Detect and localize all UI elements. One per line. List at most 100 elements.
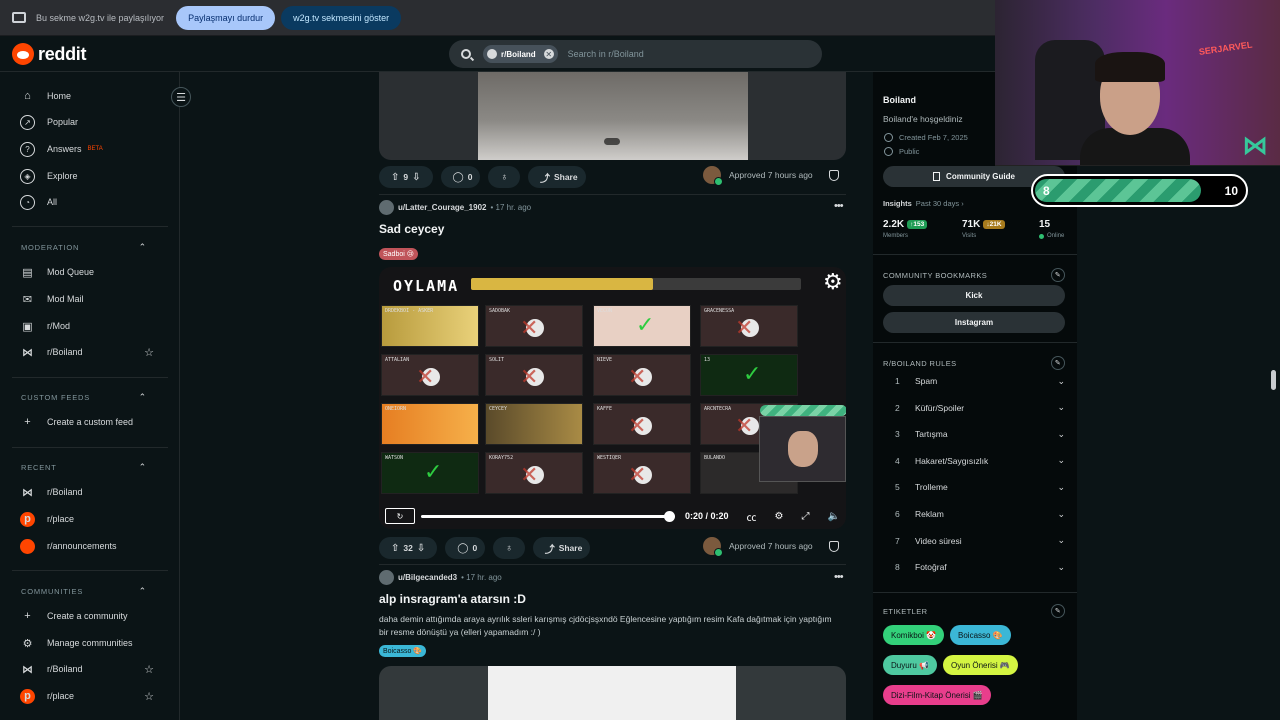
- rule-item[interactable]: 6 Reklam ⌄: [895, 505, 1065, 523]
- upvote-icon[interactable]: ⇧: [391, 543, 399, 554]
- sidebar-item-create-community[interactable]: + Create a community: [20, 604, 160, 628]
- progress-fill: [1035, 179, 1201, 202]
- sidebar-item-answers[interactable]: ? Answers BETA: [20, 137, 160, 161]
- rule-item[interactable]: 8 Fotoğraf ⌄: [895, 558, 1065, 576]
- comments-button[interactable]: ◯ 0: [440, 166, 481, 188]
- moderation-section-header[interactable]: MODERATION ⌃: [21, 242, 147, 253]
- sidebar-item-home[interactable]: ⌂ Home: [20, 84, 160, 108]
- flair-tag[interactable]: Boicasso 🎨: [950, 625, 1011, 645]
- clear-chip-icon[interactable]: ✕: [543, 49, 554, 59]
- search-input[interactable]: [567, 49, 768, 59]
- sidebar-item-community-place[interactable]: p r/place ☆: [20, 684, 160, 708]
- post-menu-button[interactable]: •••: [834, 200, 844, 212]
- vote-tile-name: VECON: [597, 308, 613, 314]
- sidebar-item-recent-announcements[interactable]: r/announcements: [20, 534, 160, 558]
- fullscreen-icon[interactable]: ⤢: [802, 511, 810, 522]
- section-title: R/BOILAND RULES: [883, 358, 957, 368]
- sidebar-item-popular[interactable]: ↗ Popular: [20, 110, 160, 134]
- rule-item[interactable]: 1 Spam ⌄: [895, 372, 1065, 390]
- sidebar-item-r-boiland[interactable]: ⋈ r/Boiland ☆: [20, 340, 160, 364]
- rule-number: 5: [895, 482, 900, 493]
- sidebar-item-manage-communities[interactable]: ⚙ Manage communities: [20, 631, 160, 655]
- reddit-logo[interactable]: reddit: [12, 43, 87, 65]
- insights-period: Past 30 days ›: [915, 199, 964, 208]
- post-flair[interactable]: Sadboi 😢: [379, 248, 419, 260]
- edit-pencil-icon[interactable]: ✎: [1051, 604, 1065, 618]
- edit-pencil-icon[interactable]: ✎: [1051, 268, 1065, 282]
- search-bar[interactable]: r/Boiland ✕: [449, 40, 822, 68]
- volume-icon[interactable]: 🔈: [828, 511, 840, 522]
- custom-feeds-section-header[interactable]: CUSTOM FEEDS ⌃: [21, 392, 147, 403]
- sidebar-item-all[interactable]: ◔ All: [20, 190, 160, 214]
- downvote-icon[interactable]: ⇩: [412, 172, 420, 183]
- comments-button[interactable]: ◯ 0: [445, 537, 486, 559]
- post-media-image[interactable]: [379, 666, 846, 720]
- sidebar-item-explore[interactable]: ◈ Explore: [20, 164, 160, 188]
- rule-label: Trolleme: [915, 482, 948, 493]
- community-description: Boiland'e hoşgeldiniz: [883, 114, 963, 124]
- user-avatar[interactable]: [379, 570, 394, 585]
- moderator-avatar: [703, 166, 723, 186]
- page-scrollbar[interactable]: [1271, 370, 1276, 390]
- award-button[interactable]: ♁: [493, 537, 525, 559]
- search-community-chip[interactable]: r/Boiland ✕: [483, 45, 558, 63]
- rule-item[interactable]: 5 Trolleme ⌄: [895, 478, 1065, 496]
- post-media-image[interactable]: [379, 72, 846, 160]
- video-seek-bar[interactable]: [421, 510, 675, 522]
- sidebar-item-community-boiland[interactable]: ⋈ r/Boiland ☆: [20, 657, 160, 681]
- cake-icon: [884, 133, 893, 142]
- flair-tag[interactable]: Oyun Önerisi 🎮: [943, 655, 1018, 675]
- sidebar-item-recent-boiland[interactable]: ⋈ r/Boiland: [20, 480, 160, 504]
- post-title[interactable]: Sad ceycey: [379, 222, 444, 236]
- sidebar-item-mod-queue[interactable]: ▤ Mod Queue: [20, 260, 160, 284]
- post-title[interactable]: alp insragram'a atarsın :D: [379, 592, 526, 606]
- rule-item[interactable]: 7 Video süresi ⌄: [895, 532, 1065, 550]
- share-button[interactable]: ⤴ Share: [527, 166, 586, 188]
- post-author[interactable]: u/Bilgecanded3: [398, 573, 457, 582]
- stop-sharing-button[interactable]: Paylaşmayı durdur: [176, 5, 276, 30]
- rule-item[interactable]: 2 Küfür/Spoiler ⌄: [895, 399, 1065, 417]
- sidebar-item-mod-mail[interactable]: ✉ Mod Mail: [20, 287, 160, 311]
- star-icon[interactable]: ☆: [144, 663, 154, 676]
- comment-count: 0: [472, 543, 478, 553]
- award-button[interactable]: ♁: [488, 166, 520, 188]
- gallery-dots[interactable]: [604, 138, 620, 145]
- vote-tile-name: SOLIT: [489, 357, 505, 363]
- collapse-sidebar-button[interactable]: ☰: [171, 87, 191, 107]
- video-player[interactable]: OYLAMA ⚙ DRDEKBOI - ASKER SADOBAK VECON ✓ GR…: [379, 267, 846, 529]
- post-author[interactable]: u/Latter_Courage_1902: [398, 203, 486, 212]
- sidebar-item-r-mod[interactable]: ▣ r/Mod: [20, 314, 160, 338]
- insights-header[interactable]: Insights Past 30 days ›: [883, 199, 964, 208]
- communities-section-header[interactable]: COMMUNITIES ⌃: [21, 586, 147, 597]
- community-visibility: Public: [884, 147, 919, 156]
- sidebar-item-create-custom-feed[interactable]: + Create a custom feed: [20, 410, 160, 434]
- mod-shield-icon[interactable]: [828, 169, 839, 181]
- star-icon[interactable]: ☆: [144, 346, 154, 359]
- sidebar-item-recent-place[interactable]: p r/place: [20, 507, 160, 531]
- vote-tile: ATTALIAN: [381, 354, 479, 396]
- bookmark-kick-button[interactable]: Kick: [883, 285, 1065, 306]
- user-avatar[interactable]: [379, 200, 394, 215]
- rule-item[interactable]: 3 Tartışma ⌄: [895, 425, 1065, 443]
- post-menu-button[interactable]: •••: [834, 571, 844, 583]
- star-icon[interactable]: ☆: [144, 690, 154, 703]
- edit-pencil-icon[interactable]: ✎: [1051, 356, 1065, 370]
- recent-section-header[interactable]: RECENT ⌃: [21, 462, 147, 473]
- flair-tag[interactable]: Komikboi 🤡: [883, 625, 945, 645]
- post-flair[interactable]: Boicasso 🎨: [379, 645, 427, 657]
- captions-icon[interactable]: ㏄: [747, 509, 757, 524]
- replay-icon[interactable]: ↻: [385, 508, 415, 524]
- mod-shield-icon[interactable]: [828, 540, 839, 552]
- bookmark-instagram-button[interactable]: Instagram: [883, 312, 1065, 333]
- downvote-icon[interactable]: ⇩: [417, 543, 425, 554]
- skull-icon: [520, 315, 544, 341]
- upvote-icon[interactable]: ⇧: [391, 172, 399, 183]
- flair-tag[interactable]: Dizi-Film-Kitap Önerisi 🎬: [883, 685, 991, 705]
- flair-tag[interactable]: Duyuru 📢: [883, 655, 937, 675]
- seek-knob[interactable]: [664, 510, 675, 522]
- show-tab-button[interactable]: w2g.tv sekmesini göster: [281, 5, 402, 30]
- share-button[interactable]: ⤴ Share: [532, 537, 591, 559]
- rule-item[interactable]: 4 Hakaret/Saygısızlık ⌄: [895, 452, 1065, 470]
- video-settings-icon[interactable]: ⚙: [775, 511, 784, 522]
- guide-label: Community Guide: [946, 172, 1015, 181]
